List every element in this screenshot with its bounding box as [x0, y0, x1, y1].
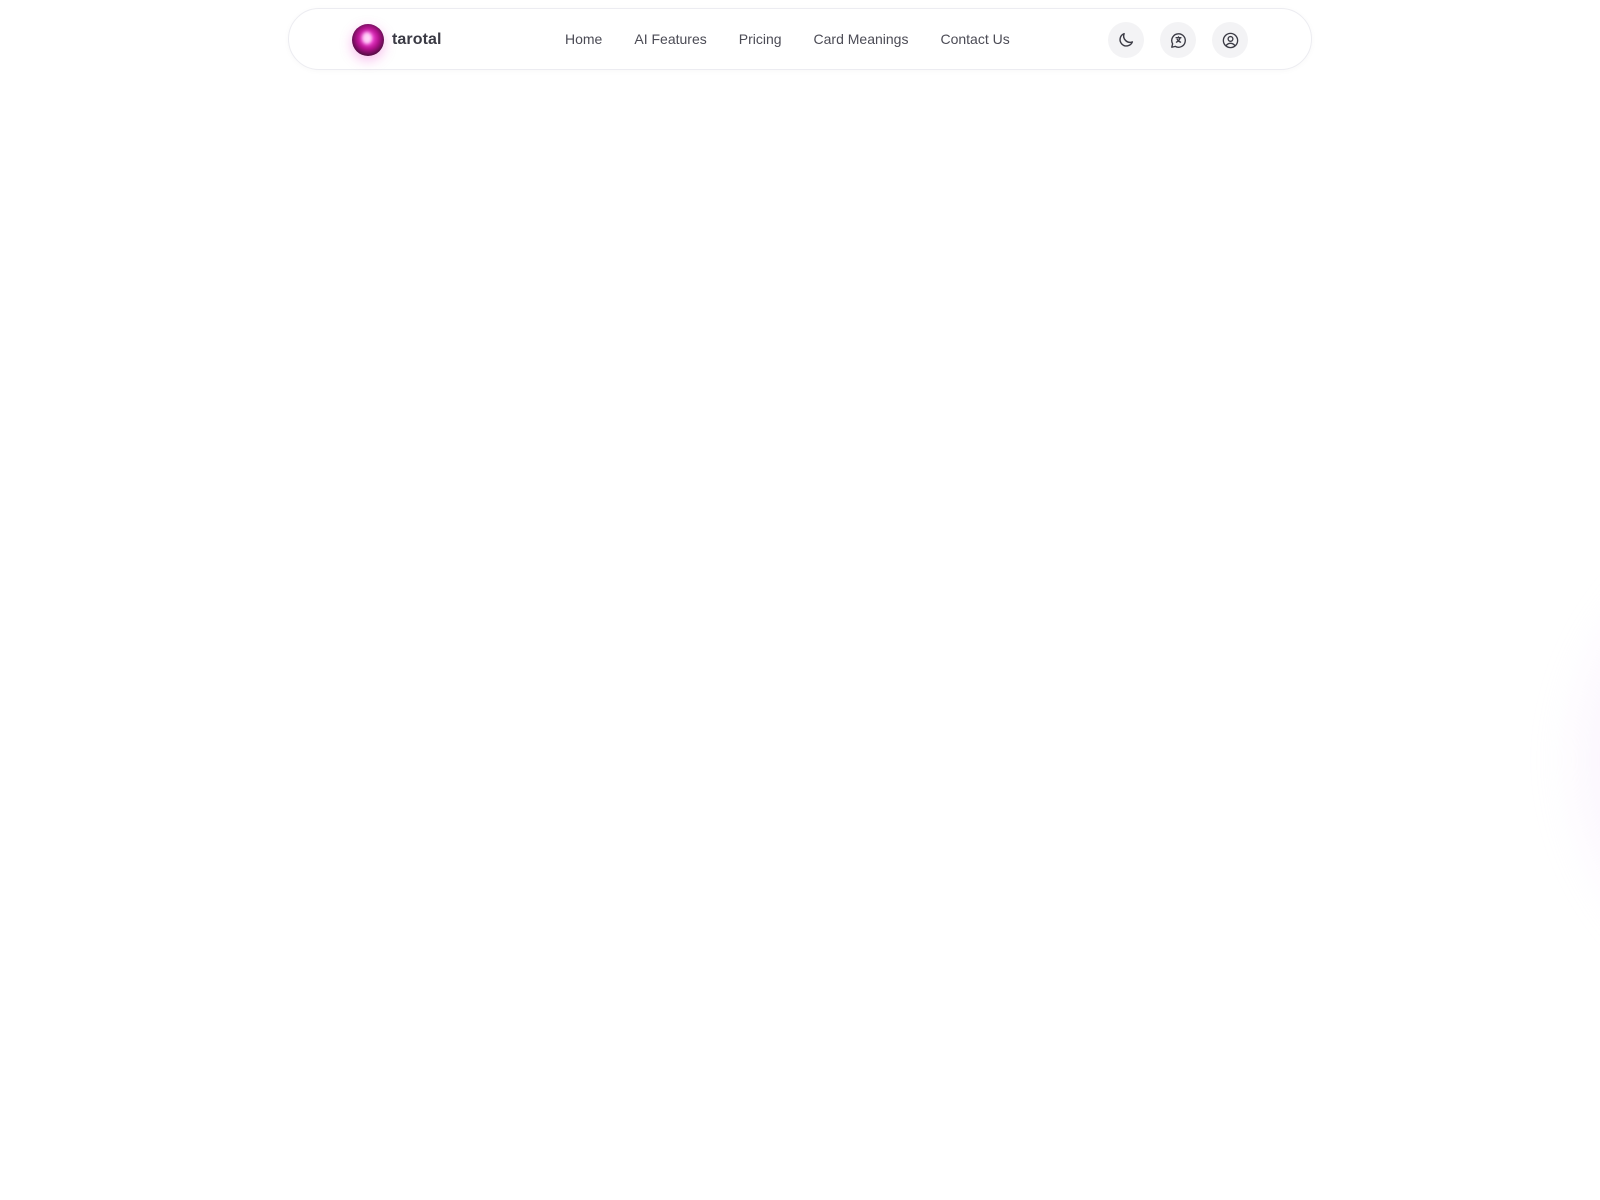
top-navbar: tarotal Home AI Features Pricing Card Me… [288, 8, 1312, 70]
moon-icon [1119, 32, 1134, 47]
nav-link-home[interactable]: Home [565, 31, 602, 47]
brand-name: tarotal [392, 31, 442, 48]
account-button[interactable] [1212, 22, 1248, 58]
nav-link-contact-us[interactable]: Contact Us [940, 31, 1009, 47]
nav-link-card-meanings[interactable]: Card Meanings [814, 31, 909, 47]
tarot-orb-logo-icon [352, 24, 384, 56]
user-circle-icon [1222, 32, 1238, 48]
page: tarotal Home AI Features Pricing Card Me… [0, 0, 1600, 1200]
brand-home-link[interactable]: tarotal [352, 23, 442, 57]
background-glow [1555, 500, 1600, 1020]
nav-link-pricing[interactable]: Pricing [739, 31, 782, 47]
translate-chat-icon [1170, 32, 1186, 48]
theme-toggle-button[interactable] [1108, 22, 1144, 58]
header-actions [1108, 22, 1248, 58]
nav-link-ai-features[interactable]: AI Features [634, 31, 706, 47]
language-button[interactable] [1160, 22, 1196, 58]
main-nav: Home AI Features Pricing Card Meanings C… [565, 9, 1010, 69]
